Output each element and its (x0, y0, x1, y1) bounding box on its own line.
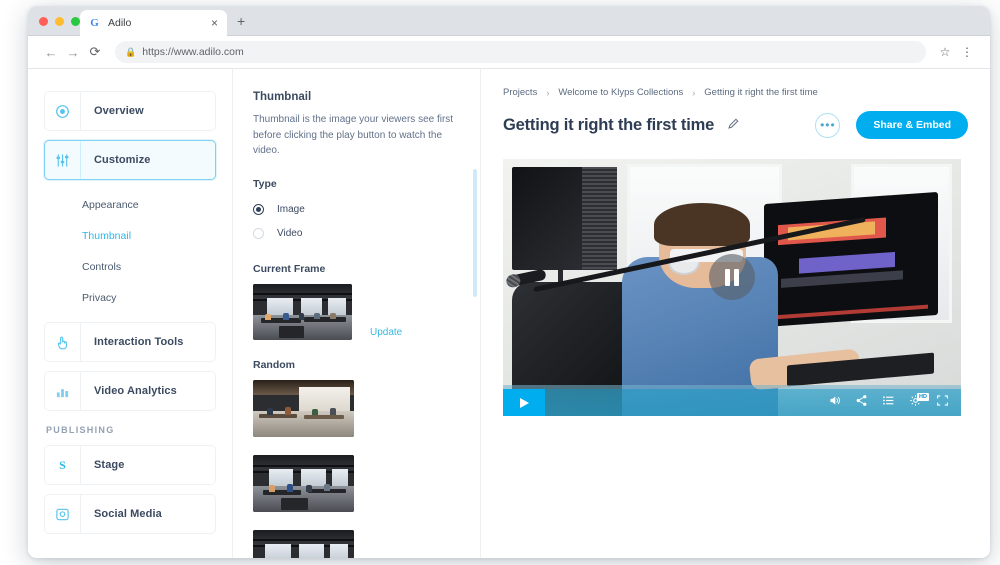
close-tab-icon[interactable]: × (211, 17, 219, 29)
google-favicon-icon: G (90, 16, 99, 29)
browser-tab-bar: G Adilo × + (28, 6, 990, 36)
sidebar-item-interaction-tools[interactable]: Interaction Tools (44, 322, 216, 362)
sidebar: Overview Customize Appearance Thumbnail (28, 69, 233, 558)
sidebar-item-label: Customize (94, 154, 151, 166)
monitor-decor (764, 191, 939, 327)
current-frame-thumbnail[interactable] (253, 283, 352, 340)
sidebar-item-customize[interactable]: Customize (44, 140, 216, 180)
video-controls-bar: HD (503, 389, 961, 416)
random-thumbnail[interactable] (253, 454, 354, 512)
random-thumbnail-grid (253, 379, 460, 558)
sidebar-item-overview[interactable]: Overview (44, 91, 216, 131)
random-thumbnail[interactable] (253, 529, 354, 558)
page-header: Getting it right the first time ••• Shar… (503, 111, 968, 139)
bookmark-star-icon[interactable]: ☆ (934, 45, 956, 59)
sidebar-item-label: Interaction Tools (94, 336, 184, 348)
url-text: https://www.adilo.com (142, 46, 244, 58)
breadcrumb-item-collection[interactable]: Welcome to Klyps Collections (558, 87, 683, 98)
sidebar-subitem-privacy[interactable]: Privacy (44, 282, 216, 313)
fullscreen-icon[interactable] (936, 394, 949, 412)
radio-video-icon[interactable] (253, 227, 264, 239)
video-controls-right: HD (828, 392, 961, 412)
browser-window: G Adilo × + ← → ⟳ 🔒 https://www.adilo.co… (28, 6, 990, 558)
random-thumbnail[interactable] (253, 379, 354, 437)
share-icon[interactable] (855, 394, 868, 412)
breadcrumb-item-current: Getting it right the first time (704, 87, 818, 98)
play-icon[interactable] (503, 389, 545, 416)
new-tab-button[interactable]: + (237, 14, 245, 28)
hd-quality-badge: HD (917, 392, 929, 401)
sidebar-subitem-label: Controls (82, 260, 122, 273)
sidebar-subitem-thumbnail[interactable]: Thumbnail (44, 220, 216, 251)
person-hair-decor (654, 202, 751, 247)
edit-pencil-icon[interactable] (727, 117, 740, 133)
panel-description: Thumbnail is the image your viewers see … (253, 114, 454, 156)
sidebar-item-label: Stage (94, 459, 125, 471)
browser-tab[interactable]: G Adilo × (80, 10, 227, 36)
sidebar-item-video-analytics[interactable]: Video Analytics (44, 371, 216, 411)
browser-toolbar: ← → ⟳ 🔒 https://www.adilo.com ☆ ⋮ (28, 36, 990, 69)
sidebar-subitem-label: Thumbnail (82, 229, 132, 242)
main-content: Projects › Welcome to Klyps Collections … (481, 69, 990, 558)
forward-icon[interactable]: → (62, 45, 84, 60)
browser-menu-icon[interactable]: ⋮ (956, 45, 978, 59)
social-media-icon (45, 495, 81, 533)
sidebar-subitem-controls[interactable]: Controls (44, 251, 216, 282)
browser-tab-title: Adilo (108, 17, 132, 29)
sidebar-item-label: Video Analytics (94, 385, 177, 397)
current-frame-row: Update (253, 283, 460, 340)
sidebar-section-publishing: PUBLISHING (46, 425, 115, 435)
breadcrumb: Projects › Welcome to Klyps Collections … (503, 87, 968, 98)
panel-scrollbar[interactable] (473, 169, 477, 297)
address-bar[interactable]: 🔒 https://www.adilo.com (115, 41, 926, 63)
breadcrumb-item-projects[interactable]: Projects (503, 87, 537, 98)
playlist-icon[interactable] (882, 394, 895, 412)
video-player[interactable]: HD (503, 159, 961, 416)
reload-icon[interactable]: ⟳ (84, 44, 106, 60)
radio-option-video[interactable]: Video (253, 223, 460, 244)
settings-icon[interactable]: HD (909, 392, 929, 412)
sliders-icon (45, 141, 81, 179)
acoustic-panel-decor (512, 166, 618, 270)
breadcrumb-separator-icon: › (692, 87, 696, 98)
close-window-button[interactable] (39, 17, 48, 26)
current-frame-label: Current Frame (253, 262, 326, 275)
sidebar-subitem-label: Privacy (82, 291, 117, 304)
target-icon (45, 92, 81, 130)
back-icon[interactable]: ← (40, 45, 62, 60)
random-label: Random (253, 358, 295, 371)
sidebar-subitem-label: Appearance (82, 198, 139, 211)
maximize-window-button[interactable] (71, 17, 80, 26)
pause-icon[interactable] (709, 254, 755, 301)
breadcrumb-separator-icon: › (546, 87, 550, 98)
type-label: Type (253, 177, 277, 190)
panel-title: Thumbnail (253, 91, 312, 103)
more-options-button[interactable]: ••• (815, 112, 841, 138)
radio-image-icon[interactable] (253, 203, 264, 215)
share-and-embed-button[interactable]: Share & Embed (856, 111, 968, 139)
app-body: Overview Customize Appearance Thumbnail (28, 69, 990, 558)
sidebar-item-label: Social Media (94, 508, 162, 520)
hand-pointer-icon (45, 323, 81, 361)
page-title: Getting it right the first time (503, 115, 715, 134)
stage-s-icon: S (45, 446, 81, 484)
radio-option-image[interactable]: Image (253, 199, 460, 220)
sidebar-item-stage[interactable]: S Stage (44, 445, 216, 485)
sidebar-item-social-media[interactable]: Social Media (44, 494, 216, 534)
radio-label: Image (277, 203, 305, 215)
update-link[interactable]: Update (370, 327, 402, 338)
thumbnail-settings-panel: Thumbnail Thumbnail is the image your vi… (233, 69, 481, 558)
radio-label: Video (277, 227, 303, 239)
window-traffic-lights (39, 17, 80, 26)
volume-icon[interactable] (828, 394, 841, 412)
sidebar-subitem-appearance[interactable]: Appearance (44, 189, 216, 220)
bar-chart-icon (45, 372, 81, 410)
lock-icon: 🔒 (125, 46, 137, 57)
minimize-window-button[interactable] (55, 17, 64, 26)
sidebar-item-label: Overview (94, 105, 144, 117)
